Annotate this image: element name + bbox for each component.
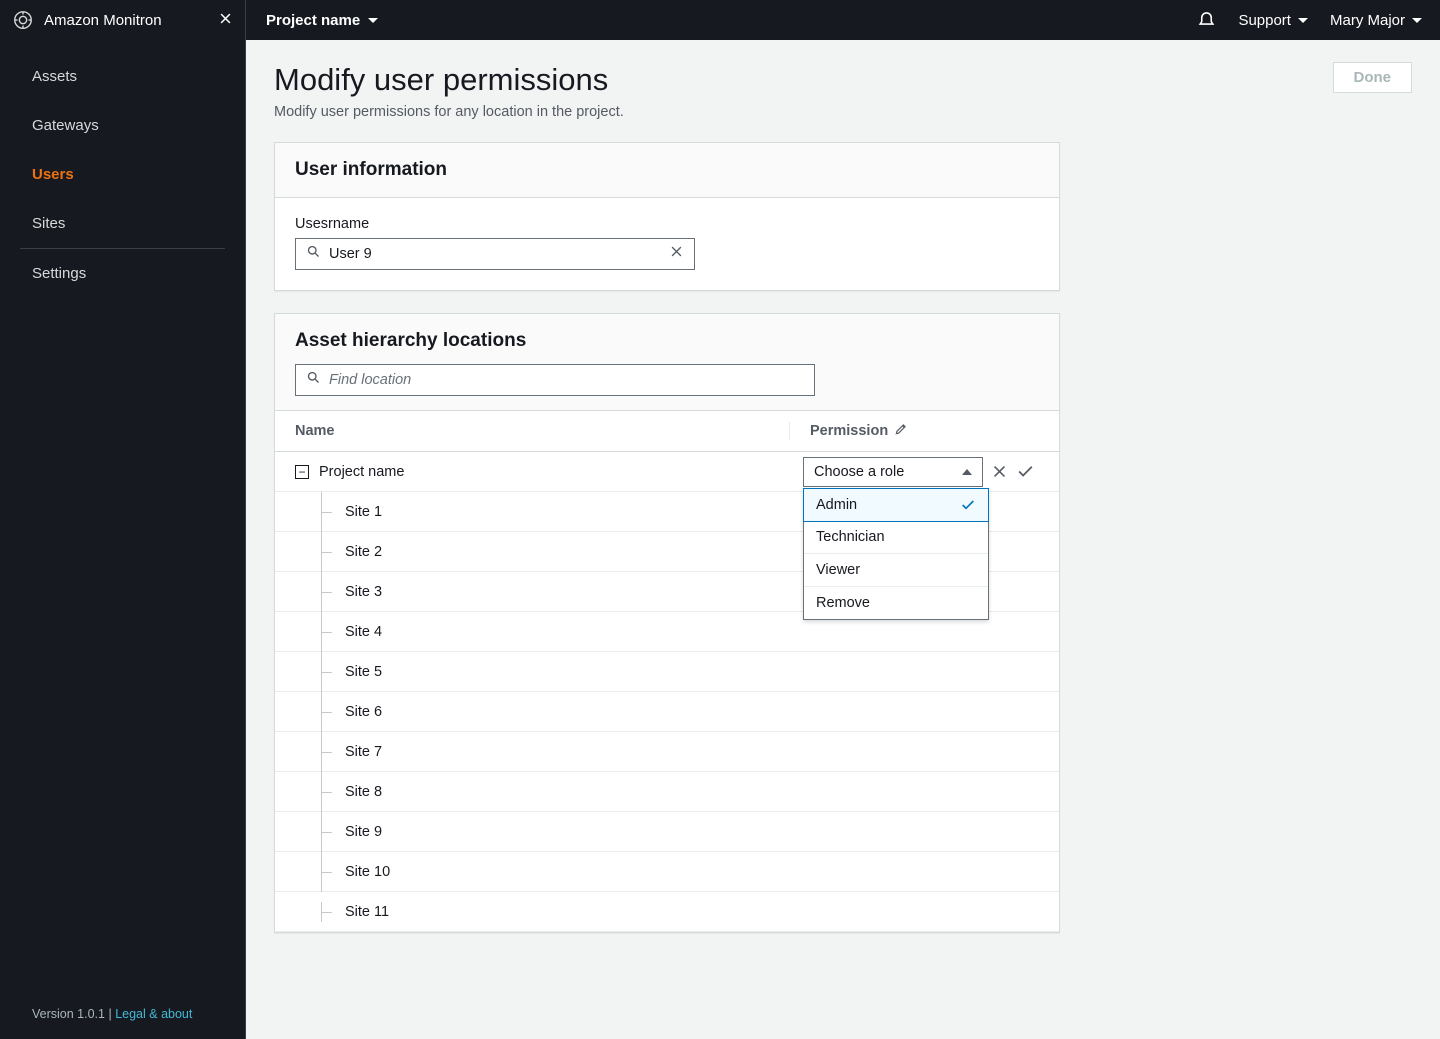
edit-icon[interactable] xyxy=(894,422,908,440)
site-name: Site 3 xyxy=(345,584,382,600)
table-row: Site 6 xyxy=(275,692,1059,732)
topbar-right: Support Mary Major xyxy=(1197,9,1440,32)
sidebar-item-settings[interactable]: Settings xyxy=(0,249,245,298)
username-label: Mary Major xyxy=(1330,12,1405,29)
project-name: Project name xyxy=(266,12,360,29)
user-info-panel: User information Usesrname xyxy=(274,142,1060,291)
done-button[interactable]: Done xyxy=(1333,62,1413,93)
confirm-icon[interactable] xyxy=(1016,462,1035,481)
username-field-label: Usesrname xyxy=(295,216,1039,232)
sidebar-item-users[interactable]: Users xyxy=(0,150,245,199)
site-name: Site 5 xyxy=(345,664,382,680)
site-name: Site 9 xyxy=(345,824,382,840)
version-prefix: Version xyxy=(32,1007,77,1021)
main-content: Modify user permissions Modify user perm… xyxy=(246,40,1440,1039)
table-row: Site 7 xyxy=(275,732,1059,772)
col-header-name: Name xyxy=(275,423,789,439)
sidebar: Assets Gateways Users Sites Settings Ver… xyxy=(0,40,246,1039)
sidebar-item-sites[interactable]: Sites xyxy=(0,199,245,248)
tree-branch-icon xyxy=(321,812,335,852)
username-input[interactable] xyxy=(321,246,669,262)
user-info-title: User information xyxy=(275,143,1059,198)
tree-branch-icon xyxy=(321,532,335,572)
search-icon xyxy=(306,370,321,390)
table-row-root: − Project name Choose a role xyxy=(275,452,1059,492)
role-option-viewer[interactable]: Viewer xyxy=(804,554,988,587)
app-title: Amazon Monitron xyxy=(44,12,218,29)
tree-branch-icon xyxy=(321,732,335,772)
tree-branch-icon xyxy=(321,692,335,732)
sidebar-footer: Version 1.0.1 | Legal & about xyxy=(0,989,245,1039)
username-input-wrap xyxy=(295,238,695,270)
topbar: Amazon Monitron Project name Support Mar… xyxy=(0,0,1440,40)
cancel-icon[interactable] xyxy=(991,463,1008,480)
table-row: Site 5 xyxy=(275,652,1059,692)
table-row: Site 11 xyxy=(275,892,1059,932)
legal-link[interactable]: Legal & about xyxy=(115,1007,192,1021)
role-select[interactable]: Choose a role xyxy=(803,457,983,487)
role-menu: Admin Technician Viewer Remove xyxy=(803,488,989,620)
locations-panel: Asset hierarchy locations Name Permissio… xyxy=(274,313,1060,933)
chevron-down-icon xyxy=(1412,18,1422,23)
page-title: Modify user permissions xyxy=(274,62,624,98)
site-name: Site 4 xyxy=(345,624,382,640)
app-logo-icon xyxy=(12,9,34,31)
tree-branch-icon xyxy=(321,612,335,652)
clear-icon[interactable] xyxy=(669,244,684,264)
sidebar-nav: Assets Gateways Users Sites Settings xyxy=(0,40,245,310)
site-name: Site 2 xyxy=(345,544,382,560)
tree-branch-icon xyxy=(321,652,335,692)
site-name: Site 8 xyxy=(345,784,382,800)
search-icon xyxy=(306,244,321,264)
role-option-admin[interactable]: Admin xyxy=(803,488,989,522)
tree-collapse-icon[interactable]: − xyxy=(295,465,309,479)
tree-branch-icon xyxy=(321,902,335,922)
chevron-down-icon xyxy=(1298,18,1308,23)
chevron-up-icon xyxy=(962,469,972,475)
sidebar-item-assets[interactable]: Assets xyxy=(0,52,245,101)
user-dropdown[interactable]: Mary Major xyxy=(1330,12,1422,29)
tree-branch-icon xyxy=(321,572,335,612)
root-name: Project name xyxy=(319,464,404,480)
chevron-down-icon xyxy=(368,18,378,23)
location-search-wrap xyxy=(295,364,815,396)
version-number: 1.0.1 xyxy=(77,1007,105,1021)
role-option-remove[interactable]: Remove xyxy=(804,587,988,619)
site-name: Site 11 xyxy=(345,904,389,920)
site-name: Site 6 xyxy=(345,704,382,720)
role-option-technician[interactable]: Technician xyxy=(804,521,988,554)
locations-table-header: Name Permission xyxy=(275,410,1059,452)
support-label: Support xyxy=(1238,12,1291,29)
tree-branch-icon xyxy=(321,772,335,812)
site-name: Site 1 xyxy=(345,504,382,520)
site-name: Site 10 xyxy=(345,864,390,880)
tree-branch-icon xyxy=(321,492,335,532)
notifications-icon[interactable] xyxy=(1197,9,1216,32)
col-header-permission: Permission xyxy=(789,422,1059,440)
table-row: Site 10 xyxy=(275,852,1059,892)
page-header: Modify user permissions Modify user perm… xyxy=(274,62,1412,120)
support-dropdown[interactable]: Support xyxy=(1238,12,1308,29)
page-subtitle: Modify user permissions for any location… xyxy=(274,104,624,120)
locations-table-body: − Project name Choose a role xyxy=(275,452,1059,932)
close-icon[interactable] xyxy=(218,10,233,31)
table-row: Site 9 xyxy=(275,812,1059,852)
table-row: Site 8 xyxy=(275,772,1059,812)
locations-title: Asset hierarchy locations xyxy=(295,330,1039,352)
site-name: Site 7 xyxy=(345,744,382,760)
sidebar-item-gateways[interactable]: Gateways xyxy=(0,101,245,150)
tree-branch-icon xyxy=(321,852,335,892)
role-select-label: Choose a role xyxy=(814,464,904,480)
location-search-input[interactable] xyxy=(321,372,804,388)
project-dropdown[interactable]: Project name xyxy=(246,12,398,29)
brand-segment: Amazon Monitron xyxy=(0,0,246,40)
